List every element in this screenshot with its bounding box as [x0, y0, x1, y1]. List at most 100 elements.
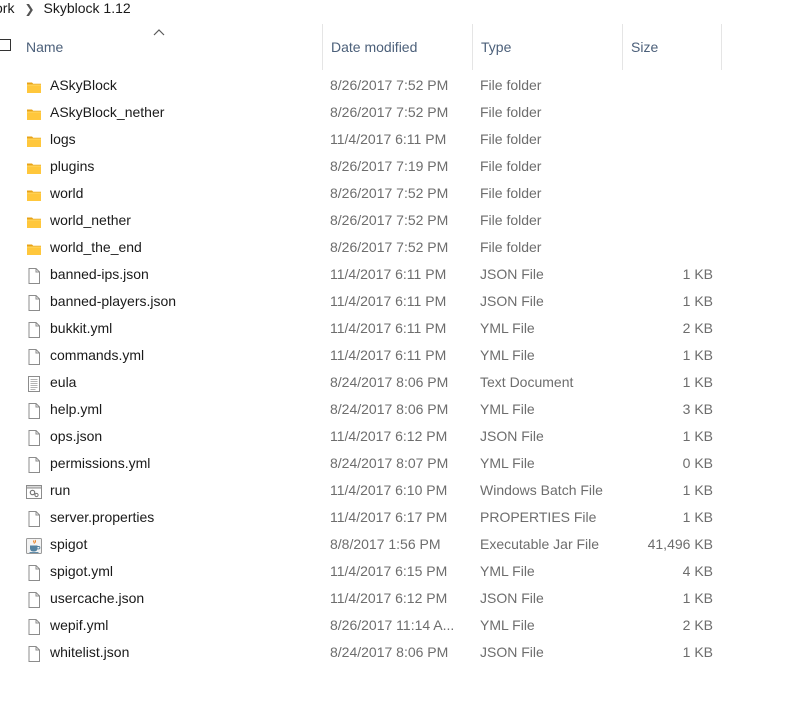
file-row[interactable]: ops.json 11/4/2017 6:12 PM JSON File 1 KB	[0, 423, 804, 450]
file-date-modified: 8/24/2017 8:06 PM	[330, 644, 449, 660]
file-row[interactable]: world_the_end 8/26/2017 7:52 PM File folde…	[0, 234, 804, 261]
file-name[interactable]: wepif.yml	[50, 612, 108, 639]
file-name[interactable]: permissions.yml	[50, 450, 150, 477]
file-name[interactable]: bukkit.yml	[50, 315, 112, 342]
file-date-modified: 8/26/2017 7:52 PM	[330, 185, 449, 201]
file-size: 1 KB	[682, 509, 713, 525]
file-date-modified: 8/26/2017 7:52 PM	[330, 104, 449, 120]
file-name[interactable]: spigot.yml	[50, 558, 113, 585]
file-date-modified: 8/8/2017 1:56 PM	[330, 536, 441, 552]
breadcrumb-chevron-icon[interactable]: ❯	[24, 1, 34, 17]
folder-icon	[26, 212, 42, 228]
file-row[interactable]: whitelist.json 8/24/2017 8:06 PM JSON File…	[0, 639, 804, 666]
file-name[interactable]: banned-ips.json	[50, 261, 149, 288]
file-name[interactable]: world_the_end	[50, 234, 142, 261]
file-name[interactable]: spigot	[50, 531, 87, 558]
file-name[interactable]: ASkyBlock	[50, 72, 117, 99]
file-row[interactable]: wepif.yml 8/26/2017 11:14 A... YML File 2 K…	[0, 612, 804, 639]
file-icon	[26, 509, 42, 527]
file-icon	[26, 401, 42, 419]
file-size: 1 KB	[682, 428, 713, 444]
file-date-modified: 11/4/2017 6:11 PM	[330, 266, 447, 282]
file-type: YML File	[480, 563, 535, 579]
breadcrumb-item-parent[interactable]: ork	[0, 0, 14, 16]
select-all-checkbox[interactable]	[0, 39, 11, 51]
file-size: 1 KB	[682, 590, 713, 606]
file-row[interactable]: help.yml 8/24/2017 8:06 PM YML File 3 KB	[0, 396, 804, 423]
file-size: 1 KB	[682, 482, 713, 498]
file-date-modified: 8/26/2017 7:52 PM	[330, 239, 449, 255]
column-header-type[interactable]: Type	[472, 24, 622, 70]
file-date-modified: 8/26/2017 7:19 PM	[330, 158, 449, 174]
file-type: File folder	[480, 131, 542, 147]
file-name[interactable]: usercache.json	[50, 585, 144, 612]
file-row[interactable]: world 8/26/2017 7:52 PM File folder	[0, 180, 804, 207]
file-row[interactable]: ASkyBlock_nether 8/26/2017 7:52 PM File fo…	[0, 99, 804, 126]
file-type: YML File	[480, 455, 535, 471]
file-row[interactable]: banned-ips.json 11/4/2017 6:11 PM JSON Fil…	[0, 261, 804, 288]
file-size: 2 KB	[682, 617, 713, 633]
column-header-name[interactable]: Name	[18, 24, 322, 70]
file-size: 1 KB	[682, 374, 713, 390]
file-row[interactable]: logs 11/4/2017 6:11 PM File folder	[0, 126, 804, 153]
file-size: 1 KB	[682, 266, 713, 282]
file-row[interactable]: server.properties 11/4/2017 6:17 PM PROPER…	[0, 504, 804, 531]
folder-icon	[26, 104, 42, 120]
file-row[interactable]: ASkyBlock 8/26/2017 7:52 PM File folder	[0, 72, 804, 99]
file-date-modified: 8/26/2017 7:52 PM	[330, 212, 449, 228]
file-type: JSON File	[480, 428, 544, 444]
file-row[interactable]: commands.yml 11/4/2017 6:11 PM YML File 1 K…	[0, 342, 804, 369]
file-type: JSON File	[480, 293, 544, 309]
file-date-modified: 8/24/2017 8:06 PM	[330, 374, 449, 390]
file-row[interactable]: spigot 8/8/2017 1:56 PM Executable Jar Fil…	[0, 531, 804, 558]
file-date-modified: 11/4/2017 6:11 PM	[330, 293, 447, 309]
file-date-modified: 8/26/2017 7:52 PM	[330, 77, 449, 93]
file-date-modified: 11/4/2017 6:12 PM	[330, 428, 448, 444]
breadcrumb: ork ❯ Skyblock 1.12	[0, 0, 804, 18]
column-header-date-modified[interactable]: Date modified	[322, 24, 472, 70]
file-date-modified: 11/4/2017 6:11 PM	[330, 131, 447, 147]
file-size: 1 KB	[682, 293, 713, 309]
file-name[interactable]: ops.json	[50, 423, 102, 450]
file-name[interactable]: logs	[50, 126, 76, 153]
file-name[interactable]: plugins	[50, 153, 94, 180]
file-size: 3 KB	[682, 401, 713, 417]
file-row[interactable]: bukkit.yml 11/4/2017 6:11 PM YML File 2 KB	[0, 315, 804, 342]
file-date-modified: 11/4/2017 6:12 PM	[330, 590, 448, 606]
column-header-size[interactable]: Size	[622, 24, 722, 70]
file-row[interactable]: world_nether 8/26/2017 7:52 PM File folder	[0, 207, 804, 234]
file-row[interactable]: spigot.yml 11/4/2017 6:15 PM YML File 4 KB	[0, 558, 804, 585]
file-name[interactable]: run	[50, 477, 70, 504]
file-type: JSON File	[480, 644, 544, 660]
file-name[interactable]: world	[50, 180, 83, 207]
text-document-icon	[26, 374, 42, 392]
file-type: File folder	[480, 104, 542, 120]
file-type: File folder	[480, 185, 542, 201]
file-date-modified: 8/24/2017 8:07 PM	[330, 455, 449, 471]
file-row[interactable]: run 11/4/2017 6:10 PM Windows Batch File 1 …	[0, 477, 804, 504]
file-icon	[26, 320, 42, 338]
breadcrumb-item-current[interactable]: Skyblock 1.12	[44, 0, 131, 16]
file-name[interactable]: world_nether	[50, 207, 131, 234]
file-name[interactable]: commands.yml	[50, 342, 144, 369]
file-type: YML File	[480, 401, 535, 417]
file-name[interactable]: whitelist.json	[50, 639, 129, 666]
file-name[interactable]: banned-players.json	[50, 288, 176, 315]
file-type: JSON File	[480, 266, 544, 282]
file-row[interactable]: banned-players.json 11/4/2017 6:11 PM JSON…	[0, 288, 804, 315]
file-row[interactable]: usercache.json 11/4/2017 6:12 PM JSON File…	[0, 585, 804, 612]
file-icon	[26, 347, 42, 365]
file-name[interactable]: ASkyBlock_nether	[50, 99, 164, 126]
file-type: JSON File	[480, 590, 544, 606]
file-name[interactable]: eula	[50, 369, 76, 396]
file-size: 1 KB	[682, 347, 713, 363]
file-type: File folder	[480, 239, 542, 255]
file-date-modified: 11/4/2017 6:15 PM	[330, 563, 448, 579]
file-date-modified: 11/4/2017 6:17 PM	[330, 509, 448, 525]
file-name[interactable]: help.yml	[50, 396, 102, 423]
file-row[interactable]: plugins 8/26/2017 7:19 PM File folder	[0, 153, 804, 180]
file-type: Text Document	[480, 374, 574, 390]
file-row[interactable]: permissions.yml 8/24/2017 8:07 PM YML File…	[0, 450, 804, 477]
file-row[interactable]: eula 8/24/2017 8:06 PM Text Document 1 KB	[0, 369, 804, 396]
file-name[interactable]: server.properties	[50, 504, 154, 531]
